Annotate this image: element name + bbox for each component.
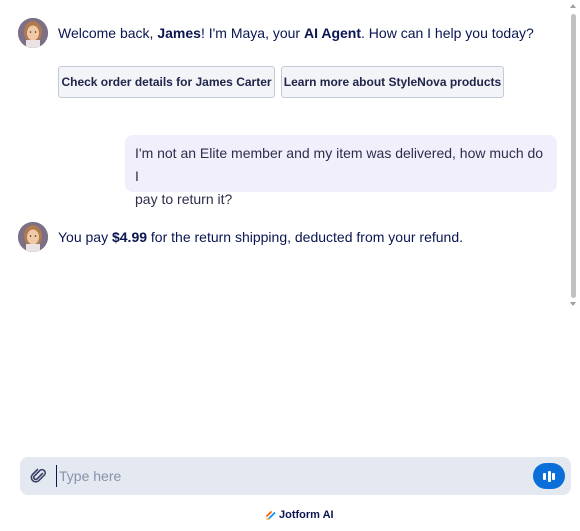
footer-brand-label: Jotform AI [279,509,334,521]
welcome-agent-label: AI Agent [303,25,362,41]
chat-area: Welcome back, James! I'm Maya, your AI A… [0,0,568,450]
welcome-suffix: . How can I help you today? [361,25,534,41]
answer-message: You pay $4.99 for the return shipping, d… [58,227,463,247]
welcome-middle: ! I'm Maya, your [200,25,304,41]
welcome-message: Welcome back, James! I'm Maya, your AI A… [58,23,534,43]
scroll-down-arrow-icon[interactable] [570,302,576,306]
chat-scrollbar-thumb[interactable] [571,14,576,298]
answer-prefix: You pay [58,229,112,245]
agent-avatar [18,222,48,252]
answer-suffix: for the return shipping, deducted from y… [147,229,463,245]
powered-by-footer[interactable]: Jotform AI [266,507,334,523]
welcome-prefix: Welcome back, [58,25,158,41]
answer-amount: $4.99 [111,229,148,245]
agent-avatar [18,18,48,48]
message-composer [20,457,571,495]
welcome-user-name: James [157,25,201,41]
message-input[interactable] [56,465,526,487]
suggestion-check-order-button[interactable]: Check order details for James Carter [58,66,275,98]
user-message-line-1: I'm not an Elite member and my item was … [135,145,544,184]
paperclip-icon[interactable] [30,467,48,485]
agent-avatar-icon [18,18,48,48]
scroll-up-arrow-icon[interactable] [570,4,576,8]
user-message-bubble: I'm not an Elite member and my item was … [125,135,557,207]
suggestion-learn-products-button[interactable]: Learn more about StyleNova products [281,66,504,98]
user-message-line-2: pay to return it? [135,191,233,207]
voice-wave-icon[interactable] [533,463,565,489]
jotform-logo-icon [266,511,276,520]
agent-avatar-icon [18,222,48,252]
